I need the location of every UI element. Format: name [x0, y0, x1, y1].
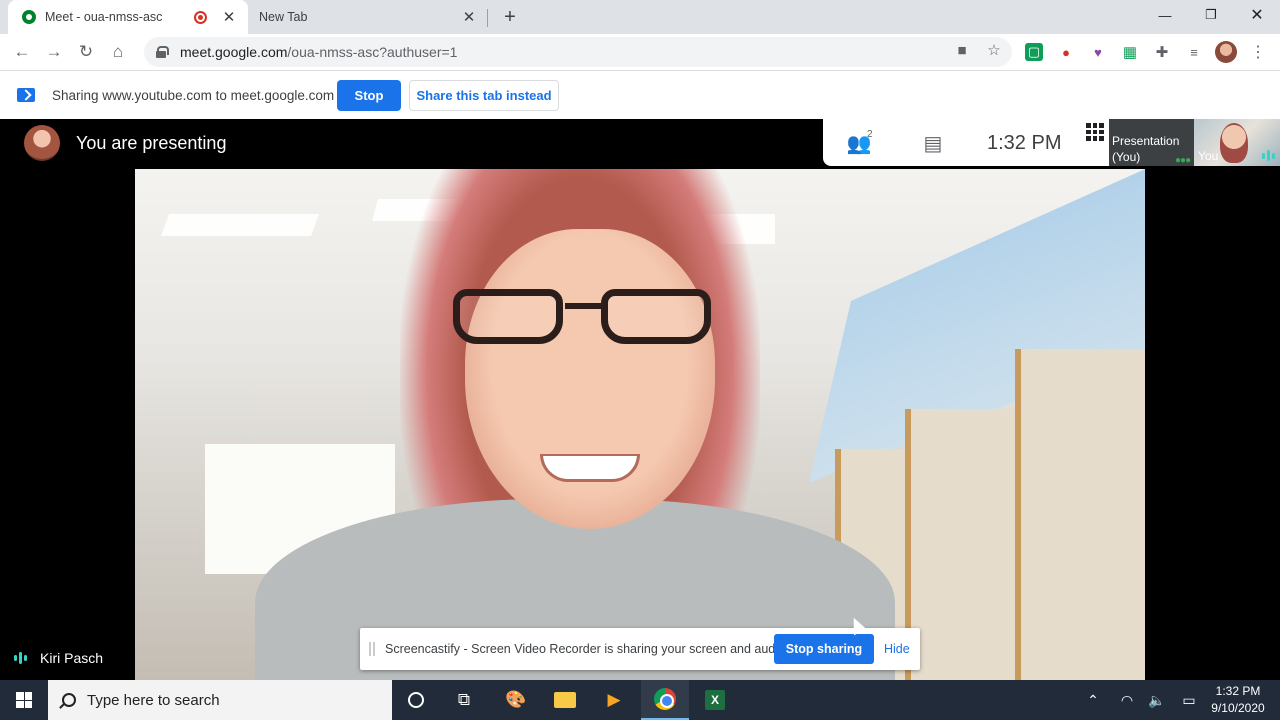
- show-hidden-icons-button[interactable]: ⌃: [1082, 680, 1104, 720]
- self-tile-label: You: [1198, 149, 1219, 163]
- extension-green-icon[interactable]: ▢: [1025, 43, 1043, 61]
- screencastify-sharing-bar: Screencastify - Screen Video Recorder is…: [360, 628, 920, 670]
- battery-icon[interactable]: ▭: [1177, 680, 1201, 720]
- presenting-label: You are presenting: [76, 133, 227, 153]
- task-view-button[interactable]: ⧉: [440, 680, 488, 720]
- chat-icon[interactable]: ▤: [919, 130, 947, 156]
- meeting-clock: 1:32 PM: [987, 132, 1062, 154]
- volume-icon[interactable]: 🔈: [1146, 680, 1168, 720]
- profile-avatar[interactable]: [1215, 41, 1237, 63]
- media-player-icon[interactable]: ▶: [590, 680, 638, 720]
- meet-favicon-icon: [22, 10, 36, 24]
- presenter-avatar: [24, 125, 60, 161]
- windows-taskbar: Type here to search ⧉ 🎨 ▶ X ⌃ ◠ 🔈 ▭ 1:32…: [0, 680, 1280, 720]
- grid-layout-icon[interactable]: [1086, 123, 1104, 141]
- meet-stage: You are presenting 👥 2 ▤ 1:32 PM Present…: [0, 119, 1280, 680]
- glasses: [453, 289, 723, 349]
- screencastify-extension-icon[interactable]: ●: [1057, 43, 1075, 61]
- lock-icon: [156, 46, 169, 58]
- forward-button[interactable]: →: [40, 38, 68, 66]
- minimize-button[interactable]: ―: [1142, 0, 1188, 30]
- self-speaking-icon: [1262, 150, 1275, 161]
- camera-icon[interactable]: ■: [953, 41, 971, 59]
- bookmark-star-icon[interactable]: ☆: [985, 41, 1003, 59]
- taskbar-search-box[interactable]: Type here to search: [48, 680, 392, 720]
- screen-share-icon: [17, 88, 35, 102]
- self-video-thumbnail: [1220, 123, 1248, 163]
- sharing-message: Sharing www.youtube.com to meet.google.c…: [52, 88, 335, 103]
- meet-top-panel: 👥 2 ▤ 1:32 PM: [823, 119, 1109, 166]
- screencastify-message: Screencastify - Screen Video Recorder is…: [385, 642, 789, 656]
- restore-button[interactable]: ❐: [1188, 0, 1234, 30]
- tab-new-tab[interactable]: New Tab ✕: [248, 0, 488, 34]
- tab-meet[interactable]: Meet - oua-nmss-asc ✕: [8, 0, 248, 34]
- new-tab-button[interactable]: +: [498, 5, 522, 29]
- media-control-icon[interactable]: ≡: [1185, 43, 1203, 61]
- clock-time: 1:32 PM: [1215, 684, 1261, 698]
- clock-date: 9/10/2020: [1211, 701, 1265, 715]
- search-icon: [62, 693, 76, 707]
- url-host: meet.google.com: [180, 44, 288, 60]
- sheets-extension-icon[interactable]: ▦: [1121, 43, 1139, 61]
- sharing-infobar: Sharing www.youtube.com to meet.google.c…: [0, 70, 1280, 119]
- stop-sharing-button[interactable]: Stop sharing: [774, 634, 874, 664]
- chrome-icon: [654, 688, 676, 710]
- start-button[interactable]: [0, 680, 48, 720]
- excel-taskbar-button[interactable]: X: [691, 680, 739, 720]
- tab-separator: [487, 9, 488, 27]
- search-placeholder: Type here to search: [87, 691, 220, 709]
- address-bar[interactable]: meet.google.com /oua-nmss-asc?authuser=1: [144, 37, 1012, 67]
- stop-button[interactable]: Stop: [337, 80, 401, 111]
- taskbar-clock[interactable]: 1:32 PM 9/10/2020: [1200, 683, 1276, 717]
- back-button[interactable]: ←: [8, 38, 36, 66]
- close-window-button[interactable]: ✕: [1234, 0, 1280, 30]
- menu-kebab-icon[interactable]: ⋮: [1249, 43, 1267, 61]
- close-tab-icon[interactable]: ✕: [218, 6, 240, 28]
- more-options-dots-icon[interactable]: ●●●: [1175, 155, 1191, 166]
- puzzle-extensions-icon[interactable]: ✚: [1153, 43, 1171, 61]
- chrome-taskbar-button[interactable]: [641, 680, 689, 720]
- paint-app-icon[interactable]: 🎨: [492, 680, 540, 720]
- speaking-icon: [14, 652, 27, 664]
- presentation-tile-label: Presentation (You): [1112, 134, 1180, 164]
- cortana-button[interactable]: [392, 680, 440, 720]
- cortana-icon: [408, 692, 424, 708]
- main-video-feed: [135, 169, 1145, 680]
- speaker-name: Kiri Pasch: [40, 650, 104, 666]
- close-tab-icon[interactable]: ✕: [458, 6, 480, 28]
- reload-button[interactable]: ↻: [72, 38, 100, 66]
- wifi-icon[interactable]: ◠: [1116, 680, 1138, 720]
- heart-extension-icon[interactable]: ♥: [1089, 43, 1107, 61]
- home-button[interactable]: ⌂: [104, 38, 132, 66]
- tab-title: Meet - oua-nmss-asc: [45, 10, 163, 24]
- tab-strip: Meet - oua-nmss-asc ✕ New Tab ✕ + ― ❐ ✕: [0, 0, 1280, 34]
- hide-button[interactable]: Hide: [884, 642, 910, 656]
- file-explorer-button[interactable]: [541, 680, 589, 720]
- participants-count: 2: [867, 129, 873, 140]
- browser-toolbar: ← → ↻ ⌂ meet.google.com /oua-nmss-asc?au…: [0, 34, 1280, 70]
- folder-icon: [554, 692, 576, 708]
- tab-title: New Tab: [259, 10, 308, 24]
- drag-handle-icon[interactable]: [369, 642, 375, 656]
- windows-logo-icon: [16, 692, 32, 708]
- speaker-name-label: Kiri Pasch: [14, 650, 103, 666]
- url-path: /oua-nmss-asc?authuser=1: [287, 44, 458, 60]
- share-this-tab-button[interactable]: Share this tab instead: [409, 80, 559, 111]
- recording-icon: [194, 10, 207, 24]
- excel-icon: X: [705, 690, 725, 710]
